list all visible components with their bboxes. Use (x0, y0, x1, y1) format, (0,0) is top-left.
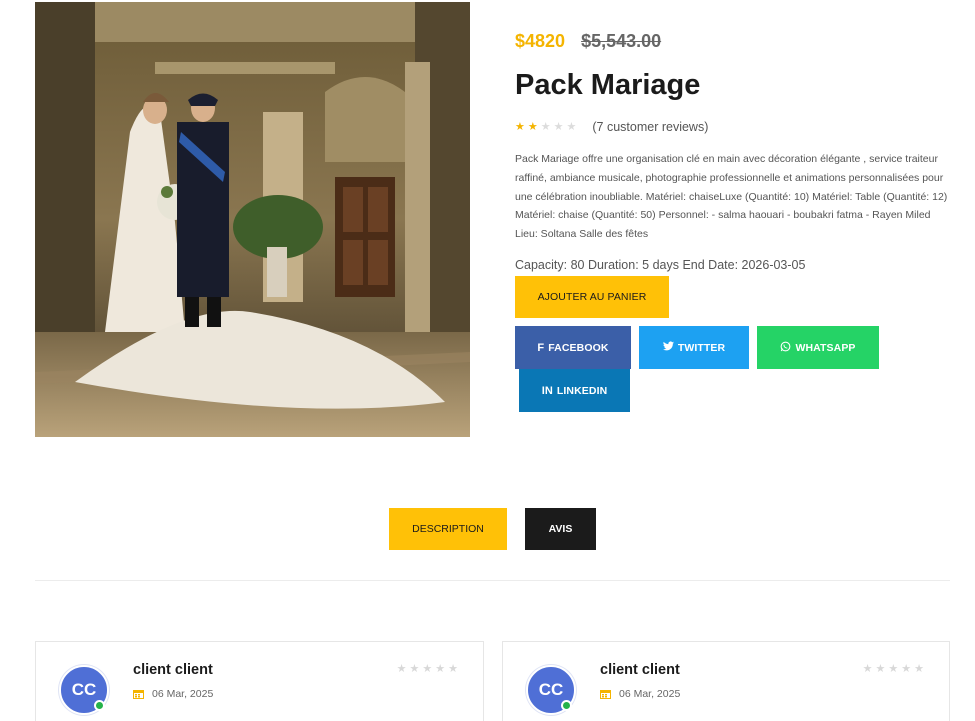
share-facebook-button[interactable]: f FACEBOOK (515, 326, 631, 369)
star-icon: ★ (422, 663, 433, 675)
price-original: $5,543.00 (581, 31, 662, 51)
review-rating-stars: ★ ★ ★ ★ ★ (397, 664, 458, 675)
online-status-icon (94, 700, 105, 711)
review-rating-stars: ★ ★ ★ ★ ★ (863, 664, 924, 675)
star-icon: ★ (901, 663, 912, 675)
price-row: $4820 $5,543.00 (515, 31, 661, 52)
review-date: 06 Mar, 2025 (152, 688, 214, 700)
star-icon: ★ (914, 663, 924, 675)
star-icon: ★ (527, 120, 538, 133)
star-icon: ★ (396, 663, 407, 675)
share-whatsapp-label: WHATSAPP (795, 341, 856, 354)
rating-row: ★ ★ ★ ★ ★ (7 customer reviews) (515, 120, 708, 134)
reviewer-name: client client (133, 662, 213, 678)
twitter-icon (662, 341, 674, 354)
share-twitter-label: TWITTER (677, 341, 726, 354)
review-card: CC client client 06 Mar, 2025 ★ ★ ★ ★ ★ (502, 641, 950, 721)
review-card: CC client client 06 Mar, 2025 ★ ★ ★ ★ ★ (35, 641, 484, 721)
star-icon: ★ (875, 663, 886, 675)
reviewer-name: client client (600, 662, 680, 678)
product-meta: Capacity: 80 Duration: 5 days End Date: … (515, 258, 806, 272)
tab-description[interactable]: DESCRIPTION (389, 508, 507, 550)
rating-stars: ★ ★ ★ ★ ★ (515, 120, 577, 133)
share-linkedin-button[interactable]: in LINKEDIN (519, 369, 630, 412)
star-icon: ★ (888, 663, 899, 675)
reviews-count-link[interactable]: (7 customer reviews) (592, 120, 708, 134)
star-icon: ★ (448, 663, 458, 675)
star-icon: ★ (515, 120, 525, 133)
review-date-row: 06 Mar, 2025 (133, 688, 213, 700)
share-facebook-label: FACEBOOK (548, 341, 609, 354)
star-icon: ★ (409, 663, 420, 675)
star-icon: ★ (435, 663, 446, 675)
review-date-row: 06 Mar, 2025 (600, 688, 680, 700)
product-description: Pack Mariage offre une organisation clé … (515, 153, 948, 241)
share-twitter-button[interactable]: TWITTER (639, 326, 749, 369)
star-icon: ★ (540, 120, 551, 133)
whatsapp-icon (780, 341, 791, 355)
price-current: $4820 (515, 31, 566, 51)
add-to-cart-button[interactable]: AJOUTER AU PANIER (515, 276, 669, 318)
calendar-icon (133, 689, 144, 699)
share-linkedin-label: LINKEDIN (556, 384, 608, 397)
review-date: 06 Mar, 2025 (619, 688, 681, 700)
star-icon: ★ (553, 120, 564, 133)
linkedin-icon: in (541, 384, 553, 397)
facebook-icon: f (537, 341, 545, 354)
online-status-icon (561, 700, 572, 711)
share-whatsapp-button[interactable]: WHATSAPP (757, 326, 879, 369)
tab-avis[interactable]: AVIS (525, 508, 596, 550)
product-title: Pack Mariage (515, 69, 701, 101)
divider (35, 580, 950, 581)
calendar-icon (600, 689, 611, 699)
star-icon: ★ (862, 663, 873, 675)
product-image (35, 2, 470, 437)
star-icon: ★ (566, 120, 577, 133)
